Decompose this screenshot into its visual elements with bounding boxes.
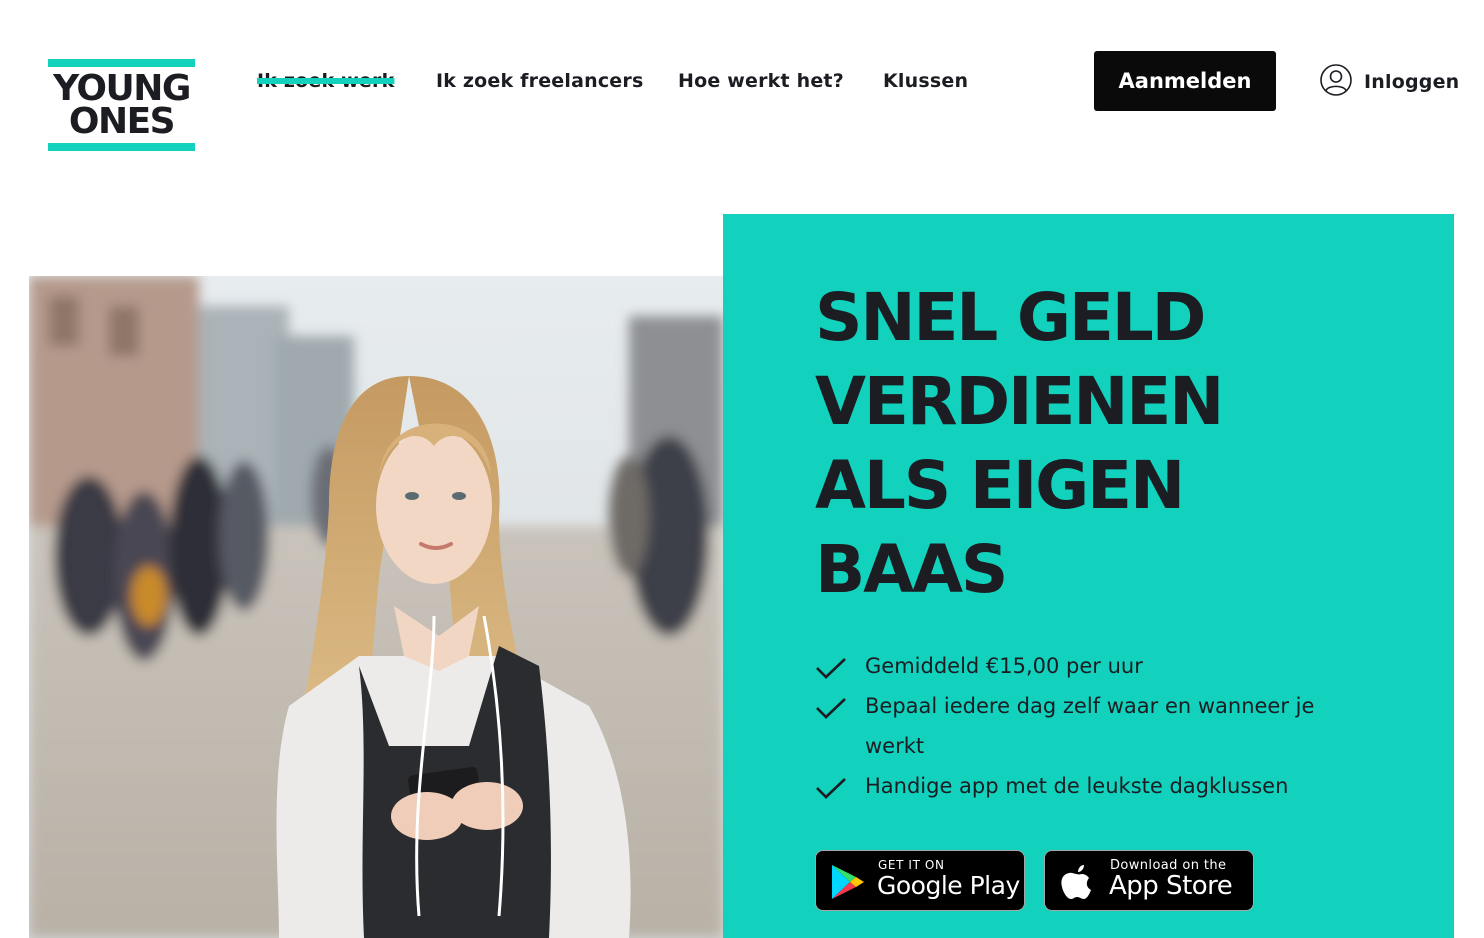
logo-bar-top [48, 59, 195, 67]
user-circle-icon [1320, 64, 1352, 96]
young-ones-logo[interactable]: YOUNG ONES [48, 59, 195, 151]
benefit-text: Handige app met de leukste dagklussen [865, 774, 1289, 798]
apple-icon [1061, 865, 1091, 899]
benefit-list: Gemiddeld €15,00 per uur Bepaal iedere d… [815, 646, 1375, 806]
checkmark-icon [816, 698, 846, 719]
google-play-label: Google Play [877, 871, 1020, 900]
app-store-button[interactable]: Download on the App Store [1044, 850, 1254, 911]
nav-klussen[interactable]: Klussen [883, 66, 968, 96]
login-label: Inloggen [1364, 71, 1460, 93]
hero-title-line: ALS EIGEN [815, 447, 1185, 524]
checkmark-icon [816, 778, 846, 799]
hero-title-line: VERDIENEN [815, 363, 1224, 440]
hero-photo [29, 276, 723, 938]
logo-word-ones: ONES [68, 101, 176, 142]
nav-ik-zoek-werk[interactable]: Ik zoek werk [257, 66, 394, 96]
hero-title: SNEL GELD VERDIENEN ALS EIGEN BAAS [815, 276, 1435, 612]
hero-title-line: BAAS [815, 531, 1008, 608]
app-store-label: App Store [1109, 871, 1233, 901]
nav-hoe-werkt-het[interactable]: Hoe werkt het? [678, 66, 844, 96]
benefit-item: Handige app met de leukste dagklussen [815, 766, 1375, 806]
benefit-text: Bepaal iedere dag zelf waar en wanneer j… [865, 694, 1315, 758]
benefit-item: Gemiddeld €15,00 per uur [815, 646, 1375, 686]
nav-ik-zoek-freelancers[interactable]: Ik zoek freelancers [436, 66, 643, 96]
google-play-small-label: GET IT ON [878, 858, 945, 872]
benefit-text: Gemiddeld €15,00 per uur [865, 654, 1143, 678]
landing-page: YOUNG ONES Ik zoek werk Ik zoek freelanc… [0, 0, 1484, 938]
benefit-item: Bepaal iedere dag zelf waar en wanneer j… [815, 686, 1375, 766]
logo-bar-bottom [48, 143, 195, 151]
google-play-button[interactable]: GET IT ON Google Play [815, 850, 1025, 911]
checkmark-icon [816, 658, 846, 679]
hero-panel: SNEL GELD VERDIENEN ALS EIGEN BAAS Gemid… [723, 214, 1454, 938]
google-play-icon [832, 865, 864, 899]
hero-title-line: SNEL GELD [815, 279, 1206, 356]
signup-button[interactable]: Aanmelden [1094, 51, 1276, 111]
